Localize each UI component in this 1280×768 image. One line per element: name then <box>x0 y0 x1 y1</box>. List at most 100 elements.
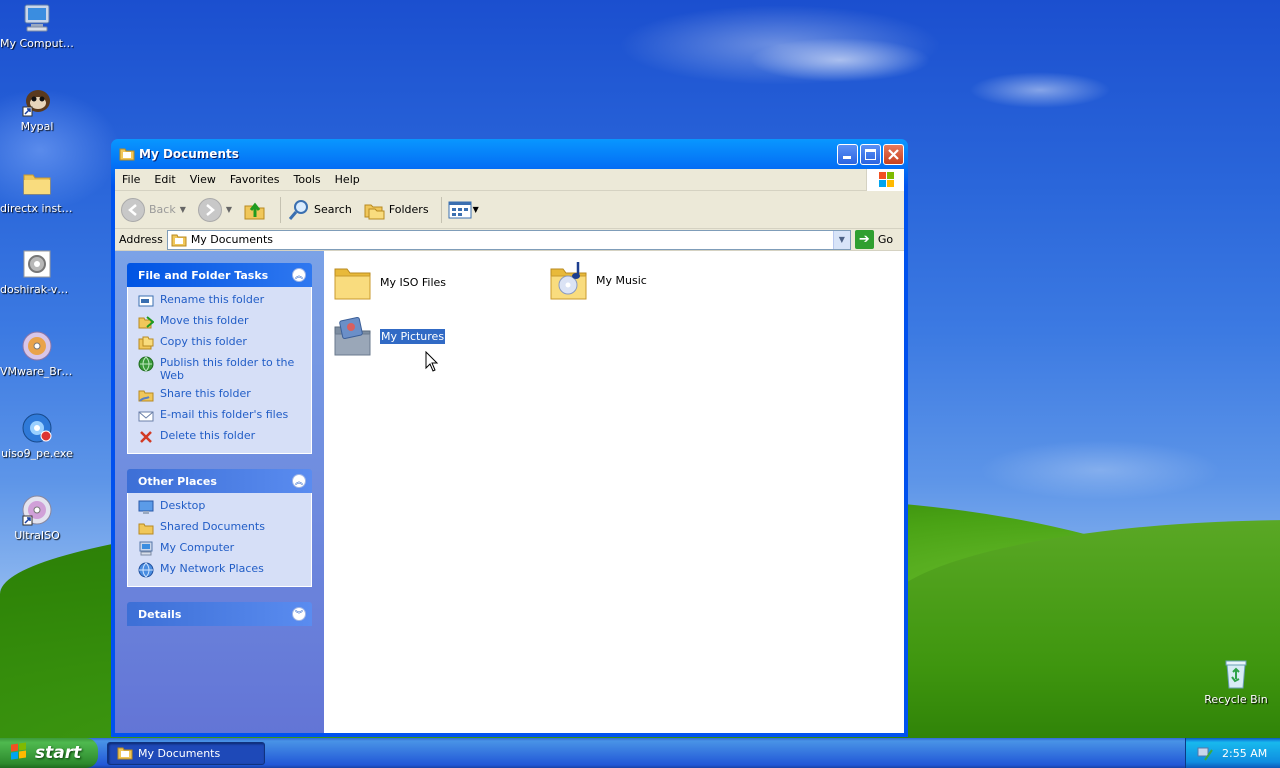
copy-icon <box>138 335 154 351</box>
window-client: File Edit View Favorites Tools Help Back… <box>115 169 904 733</box>
other-places-panel: Other Places ︽ Desktop Shared Documents <box>127 469 312 587</box>
windows-logo-icon <box>866 169 904 191</box>
menu-edit[interactable]: Edit <box>147 173 182 186</box>
start-button[interactable]: start <box>0 738 98 768</box>
maximize-icon <box>865 148 876 160</box>
file-folder-tasks-header[interactable]: File and Folder Tasks ︽ <box>127 263 312 287</box>
ultraiso-icon <box>21 494 53 526</box>
menu-file[interactable]: File <box>115 173 147 186</box>
move-icon <box>138 314 155 330</box>
other-places-body: Desktop Shared Documents My Computer My … <box>127 493 312 587</box>
recycle-bin-icon <box>1220 658 1252 690</box>
desktop-icon-ultraiso[interactable]: UltraISO <box>0 494 74 542</box>
place-desktop[interactable]: Desktop <box>138 499 301 515</box>
folder-icon <box>332 261 374 303</box>
views-button[interactable]: ▼ <box>448 200 479 220</box>
taskbar: start My Documents 2:55 AM <box>0 738 1280 768</box>
task-delete-folder[interactable]: Delete this folder <box>138 429 301 445</box>
back-label: Back <box>149 203 176 216</box>
mypal-icon <box>21 85 53 117</box>
panel-title: File and Folder Tasks <box>138 268 269 282</box>
gear-file-icon <box>21 248 53 280</box>
menu-tools[interactable]: Tools <box>287 173 328 186</box>
desktop-icon-my-computer[interactable]: My Computer <box>0 2 74 50</box>
explorer-body: File and Folder Tasks ︽ Rename this fold… <box>115 251 904 733</box>
views-icon <box>448 201 472 218</box>
forward-arrow-icon <box>197 197 222 222</box>
collapse-chevron-icon[interactable]: ︽ <box>292 474 306 488</box>
expand-chevron-icon[interactable]: ︾ <box>292 607 306 621</box>
clock[interactable]: 2:55 AM <box>1222 747 1267 760</box>
file-item-my-iso-files[interactable]: My ISO Files <box>332 261 446 303</box>
my-documents-icon <box>119 148 135 161</box>
place-shared-documents[interactable]: Shared Documents <box>138 520 301 536</box>
up-folder-button[interactable] <box>242 197 268 223</box>
menu-favorites[interactable]: Favorites <box>223 173 287 186</box>
forward-button[interactable]: ▼ <box>197 197 232 222</box>
desktop-icon-directx-instaler[interactable]: directx instaler <box>0 167 74 215</box>
address-input[interactable]: My Documents ▼ <box>166 229 851 250</box>
search-label: Search <box>314 203 352 216</box>
forward-dropdown-icon[interactable]: ▼ <box>226 205 232 214</box>
desktop-icon-uiso9[interactable]: uiso9_pe.exe <box>0 412 74 460</box>
address-dropdown-button[interactable]: ▼ <box>832 230 850 249</box>
menu-view[interactable]: View <box>183 173 223 186</box>
task-publish-web[interactable]: Publish this folder to the Web <box>138 356 301 382</box>
music-folder-icon <box>548 259 590 301</box>
chevron-down-icon: ▼ <box>838 235 845 244</box>
task-move-folder[interactable]: Move this folder <box>138 314 301 330</box>
file-item-my-music[interactable]: My Music <box>548 259 647 301</box>
file-view[interactable]: My ISO Files My Music My Pictures <box>324 251 904 733</box>
window-title: My Documents <box>139 147 239 161</box>
desktop-icon <box>138 499 154 515</box>
panel-title: Other Places <box>138 474 217 488</box>
windows-flag-icon <box>11 742 26 760</box>
my-documents-window: My Documents File Edit View Favorites To… <box>111 139 908 737</box>
taskbar-button-my-documents[interactable]: My Documents <box>107 741 265 765</box>
desktop-icon-doshirak[interactable]: doshirak-ve... <box>0 248 74 296</box>
start-label: start <box>35 743 82 763</box>
panel-title: Details <box>138 607 182 621</box>
folders-button[interactable]: Folders <box>362 198 429 222</box>
file-folder-tasks-panel: File and Folder Tasks ︽ Rename this fold… <box>127 263 312 454</box>
folder-icon <box>138 520 154 536</box>
search-button[interactable]: Search <box>287 198 352 222</box>
mouse-cursor-icon <box>425 351 439 372</box>
toolbar: Back ▼ ▼ Search Folders ▼ <box>115 191 904 229</box>
pictures-folder-icon <box>332 315 374 357</box>
my-computer-icon <box>138 541 154 557</box>
address-label: Address <box>119 233 163 246</box>
menu-help[interactable]: Help <box>328 173 367 186</box>
go-label: Go <box>877 233 894 246</box>
close-button[interactable] <box>883 143 904 165</box>
rename-icon <box>138 293 154 309</box>
collapse-chevron-icon[interactable]: ︽ <box>292 268 306 282</box>
desktop-icon-recycle-bin[interactable]: Recycle Bin <box>1199 658 1273 706</box>
minimize-button[interactable] <box>837 143 858 165</box>
file-name: My Pictures <box>378 327 447 345</box>
task-pane: File and Folder Tasks ︽ Rename this fold… <box>115 251 324 733</box>
task-copy-folder[interactable]: Copy this folder <box>138 335 301 351</box>
go-button[interactable]: ➔ Go <box>854 230 894 249</box>
other-places-header[interactable]: Other Places ︽ <box>127 469 312 493</box>
task-share-folder[interactable]: Share this folder <box>138 387 301 403</box>
desktop-icon-vmware[interactable]: VMware_Bri... <box>0 330 74 378</box>
back-button[interactable]: Back ▼ <box>121 197 186 222</box>
delete-x-icon <box>138 429 154 445</box>
search-icon <box>288 199 309 220</box>
title-bar[interactable]: My Documents <box>115 139 904 169</box>
toolbar-separator <box>280 196 282 223</box>
task-rename-folder[interactable]: Rename this folder <box>138 293 301 309</box>
globe-icon <box>138 356 154 372</box>
address-bar: Address My Documents ▼ ➔ Go <box>115 229 904 251</box>
place-my-computer[interactable]: My Computer <box>138 541 301 557</box>
task-email-files[interactable]: E-mail this folder's files <box>138 408 301 424</box>
maximize-button[interactable] <box>860 143 881 165</box>
address-value: My Documents <box>190 233 274 246</box>
back-dropdown-icon[interactable]: ▼ <box>180 205 186 214</box>
desktop-icon-mypal[interactable]: Mypal <box>0 85 74 133</box>
file-folder-tasks-body: Rename this folder Move this folder Copy… <box>127 287 312 454</box>
place-my-network-places[interactable]: My Network Places <box>138 562 301 578</box>
details-header[interactable]: Details ︾ <box>127 602 312 626</box>
network-tray-icon[interactable] <box>1196 744 1214 762</box>
